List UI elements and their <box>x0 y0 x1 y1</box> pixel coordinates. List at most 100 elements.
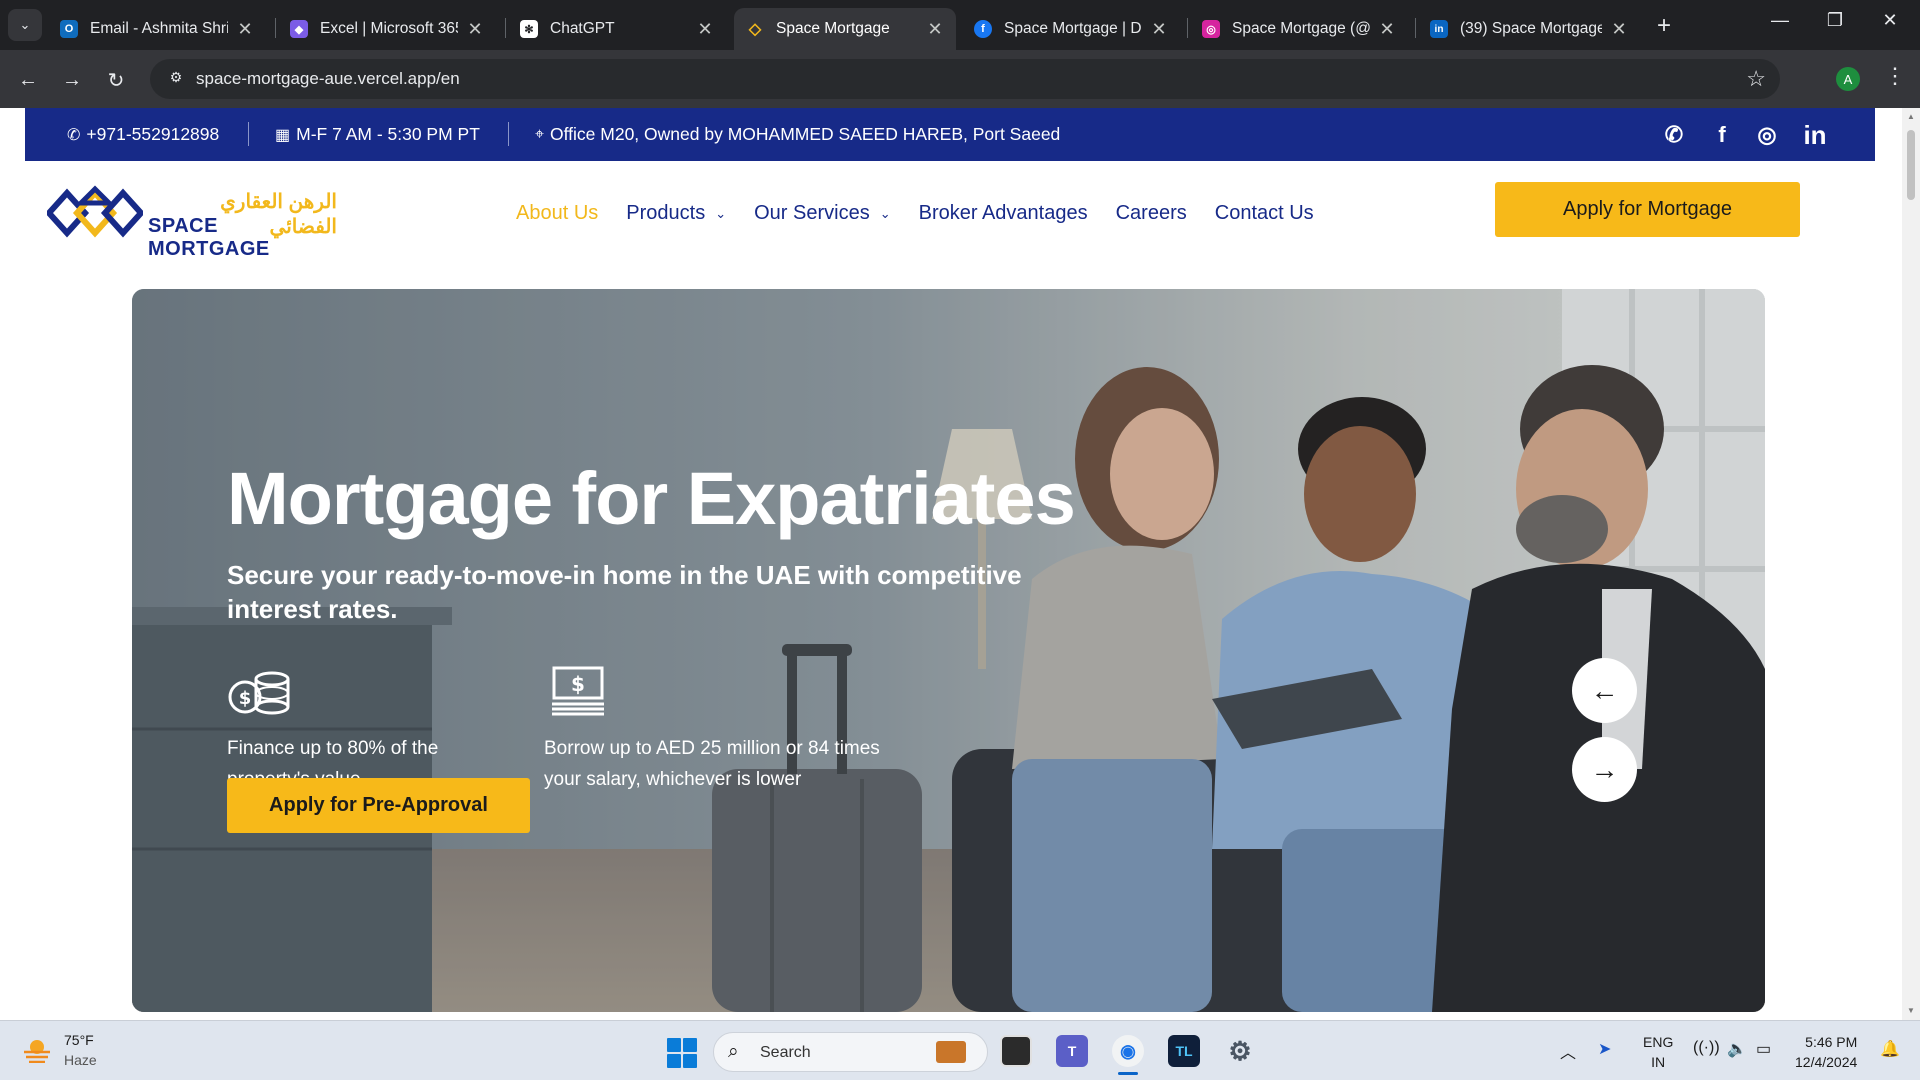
nav-about-us[interactable]: About Us <box>516 202 598 225</box>
tab-facebook[interactable]: f Space Mortgage | Du ✕ <box>962 8 1180 50</box>
scroll-thumb[interactable] <box>1907 130 1915 200</box>
windows-taskbar: 75°F Haze ⌕ Search T ◉ TL ⚙ ︿ ➤ ENG IN (… <box>0 1020 1920 1080</box>
nav-products[interactable]: Products ⌄ <box>626 202 726 225</box>
tab-excel[interactable]: ◆ Excel | Microsoft 365 ✕ <box>278 8 496 50</box>
address-info: ⌖ Office M20, Owned by MOHAMMED SAEED HA… <box>535 124 1060 145</box>
new-tab-button[interactable]: + <box>1650 12 1678 40</box>
notifications-bell-icon[interactable]: 🔔 <box>1880 1039 1900 1059</box>
region-code: IN <box>1651 1054 1666 1070</box>
facebook-icon[interactable]: f <box>1707 120 1737 150</box>
nav-careers[interactable]: Careers <box>1116 202 1187 225</box>
nav-our-services[interactable]: Our Services ⌄ <box>754 202 891 225</box>
carousel-prev-button[interactable]: ← <box>1572 658 1637 723</box>
carousel-next-button[interactable]: → <box>1572 737 1637 802</box>
tab-title: Email - Ashmita Shriv <box>90 20 228 37</box>
battery-icon[interactable]: ▭ <box>1756 1039 1771 1059</box>
page-scrollbar[interactable]: ▲ ▼ <box>1902 108 1920 1020</box>
browser-menu-icon[interactable]: ⋮ <box>1884 63 1906 89</box>
show-hidden-icons-icon[interactable]: ︿ <box>1560 1039 1576 1063</box>
outlook-icon: O <box>60 20 78 38</box>
close-icon[interactable]: ✕ <box>926 19 944 40</box>
nav-broker-advantages[interactable]: Broker Advantages <box>919 202 1088 225</box>
forward-button[interactable]: → <box>56 64 88 96</box>
nav-label: About Us <box>516 202 599 224</box>
wifi-icon[interactable]: ((·)) <box>1693 1039 1720 1057</box>
apply-for-mortgage-button[interactable]: Apply for Mortgage <box>1495 182 1800 237</box>
site-logo[interactable]: الرهن العقاري الفضائي SPACE MORTGAGE <box>44 185 337 260</box>
tab-title: (39) Space Mortgage <box>1460 20 1602 37</box>
phone-info[interactable]: ✆ +971-552912898 <box>67 124 219 145</box>
weather-condition: Haze <box>64 1052 97 1068</box>
back-button[interactable]: ← <box>12 64 44 96</box>
calendar-icon: ▦ <box>275 126 291 144</box>
tab-title: Space Mortgage | Du <box>1004 20 1142 37</box>
site-info-icon[interactable]: ⚙ <box>166 69 186 89</box>
instagram-icon[interactable]: ◎ <box>1752 120 1782 150</box>
close-icon[interactable]: ✕ <box>1150 19 1168 40</box>
restore-button[interactable]: ❐ <box>1815 10 1855 31</box>
clock-time: 5:46 PM <box>1805 1034 1858 1050</box>
tab-chatgpt[interactable]: ✻ ChatGPT ✕ <box>508 8 726 50</box>
hero-title: Mortgage for Expatriates <box>227 457 1076 540</box>
main-nav: About Us Products ⌄ Our Services ⌄ Broker … <box>516 202 1342 225</box>
address-bar[interactable]: ⚙ space-mortgage-aue.vercel.app/en ☆ <box>150 59 1780 99</box>
hero-photo <box>132 289 1765 1012</box>
linkedin-icon[interactable]: in <box>1800 120 1830 150</box>
hours-text: M-F 7 AM - 5:30 PM PT <box>296 124 480 144</box>
close-icon[interactable]: ✕ <box>466 19 484 40</box>
facebook-icon: f <box>974 20 992 38</box>
divider <box>508 122 509 146</box>
tab-instagram[interactable]: ◎ Space Mortgage (@s ✕ <box>1190 8 1408 50</box>
system-clock[interactable]: 5:46 PM 12/4/2024 <box>1795 1032 1857 1072</box>
arrow-left-icon: ← <box>1590 674 1619 706</box>
reload-button[interactable]: ↻ <box>100 64 132 96</box>
whatsapp-icon[interactable]: ✆ <box>1659 120 1689 150</box>
svg-text:$: $ <box>239 688 252 709</box>
close-icon[interactable]: ✕ <box>696 19 714 40</box>
tab-divider <box>1415 18 1416 38</box>
nav-label: Our Services <box>754 202 870 224</box>
apply-for-pre-approval-button[interactable]: Apply for Pre-Approval <box>227 778 530 833</box>
windows-start-icon[interactable] <box>667 1038 697 1068</box>
language-code: ENG <box>1643 1034 1674 1050</box>
phone-text: +971-552912898 <box>86 124 220 144</box>
location-arrow-icon[interactable]: ➤ <box>1598 1039 1611 1059</box>
scroll-down-icon[interactable]: ▼ <box>1906 1006 1916 1015</box>
taskbar-search[interactable]: ⌕ Search <box>713 1032 988 1072</box>
logo-mark-icon <box>44 185 146 238</box>
url-text: space-mortgage-aue.vercel.app/en <box>196 69 460 88</box>
close-icon[interactable]: ✕ <box>1610 19 1628 40</box>
haze-weather-icon[interactable] <box>22 1037 52 1063</box>
tab-search-button[interactable]: ⌄ <box>8 9 42 41</box>
tab-divider <box>1187 18 1188 38</box>
browser-toolbar: ← → ↻ ⚙ space-mortgage-aue.vercel.app/en… <box>0 50 1920 108</box>
chrome-icon[interactable]: ◉ <box>1112 1035 1144 1067</box>
settings-gear-icon[interactable]: ⚙ <box>1224 1035 1256 1067</box>
hero-banner: Mortgage for Expatriates Secure your rea… <box>132 289 1765 1012</box>
feature-borrow-limit: Borrow up to AED 25 million or 84 times … <box>544 738 880 790</box>
minimize-button[interactable]: — <box>1760 10 1800 31</box>
tab-title: ChatGPT <box>550 20 615 37</box>
profile-avatar[interactable]: A <box>1836 67 1860 91</box>
input-language[interactable]: ENG IN <box>1643 1032 1673 1072</box>
tab-space-mortgage[interactable]: ◇ Space Mortgage ✕ <box>734 8 956 50</box>
close-window-button[interactable]: ✕ <box>1870 10 1910 31</box>
weather-temperature: 75°F <box>64 1032 94 1048</box>
close-icon[interactable]: ✕ <box>1378 19 1396 40</box>
tl-app-icon[interactable]: TL <box>1168 1035 1200 1067</box>
volume-icon[interactable]: 🔈 <box>1727 1039 1747 1059</box>
task-view-icon[interactable] <box>1000 1035 1032 1067</box>
close-icon[interactable]: ✕ <box>236 19 254 40</box>
teams-icon[interactable]: T <box>1056 1035 1088 1067</box>
scroll-up-icon[interactable]: ▲ <box>1906 112 1916 121</box>
divider <box>248 122 249 146</box>
bookmark-star-icon[interactable]: ☆ <box>1746 66 1766 92</box>
tab-linkedin[interactable]: in (39) Space Mortgage ✕ <box>1418 8 1640 50</box>
clock-date: 12/4/2024 <box>1795 1054 1858 1070</box>
tab-email[interactable]: O Email - Ashmita Shriv ✕ <box>48 8 266 50</box>
tab-title: Space Mortgage <box>776 20 890 37</box>
browser-tab-bar: ⌄ O Email - Ashmita Shriv ✕ ◆ Excel | Mi… <box>0 0 1920 50</box>
address-text: Office M20, Owned by MOHAMMED SAEED HARE… <box>550 124 1061 144</box>
nav-contact-us[interactable]: Contact Us <box>1215 202 1314 225</box>
contact-info-bar: ✆ +971-552912898 ▦ M-F 7 AM - 5:30 PM PT… <box>25 108 1875 161</box>
